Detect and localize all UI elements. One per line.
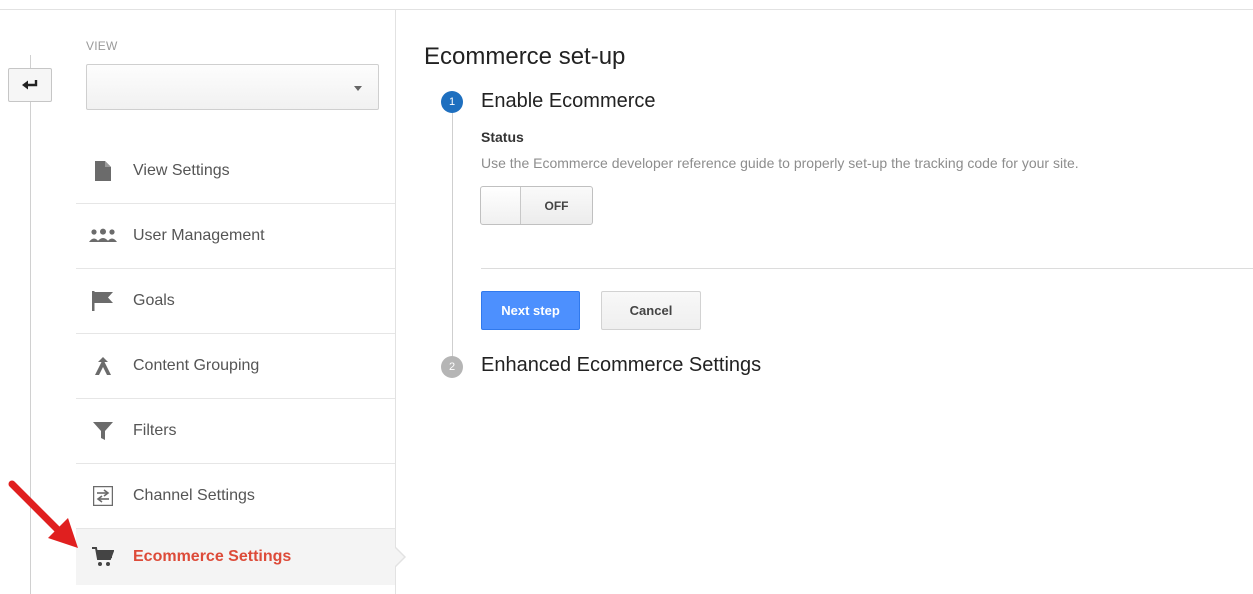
back-arrow-icon	[22, 80, 38, 90]
sidebar-item-view-settings[interactable]: View Settings	[76, 139, 395, 204]
annotation-arrow-icon	[8, 480, 78, 548]
sidebar-item-content-grouping[interactable]: Content Grouping	[76, 334, 395, 399]
page-title: Ecommerce set-up	[424, 43, 626, 70]
sidebar-item-label: Goals	[133, 292, 175, 309]
document-icon	[84, 159, 122, 183]
status-description: Use the Ecommerce developer reference gu…	[481, 155, 1079, 171]
ecommerce-status-toggle[interactable]: OFF	[480, 186, 593, 225]
toggle-state: OFF	[544, 198, 569, 213]
sidebar-item-channel-settings[interactable]: Channel Settings	[76, 464, 395, 529]
step-1-badge: 1	[441, 91, 463, 113]
sidebar-item-label: Ecommerce Settings	[133, 548, 292, 565]
content-grouping-icon	[84, 354, 122, 378]
flag-icon	[84, 289, 122, 313]
back-button[interactable]	[8, 68, 52, 102]
view-label: VIEW	[86, 39, 118, 53]
active-indicator-fill	[394, 547, 404, 567]
sidebar-item-filters[interactable]: Filters	[76, 399, 395, 464]
filter-icon	[84, 419, 122, 443]
step-2-badge: 2	[441, 356, 463, 378]
cancel-button[interactable]: Cancel	[601, 291, 701, 330]
sidebar-item-label: User Management	[133, 227, 265, 244]
sidebar-item-user-management[interactable]: User Management	[76, 204, 395, 269]
step-2-title[interactable]: Enhanced Ecommerce Settings	[481, 354, 761, 377]
chevron-down-icon	[354, 86, 362, 91]
toggle-knob	[481, 187, 521, 224]
sidebar-item-goals[interactable]: Goals	[76, 269, 395, 334]
step-connector	[452, 102, 453, 360]
sidebar-item-label: Content Grouping	[133, 357, 260, 374]
view-select[interactable]	[86, 64, 379, 110]
status-label: Status	[481, 129, 524, 145]
users-icon	[84, 224, 122, 248]
next-step-button[interactable]: Next step	[481, 291, 580, 330]
channel-settings-icon	[84, 484, 122, 508]
section-divider	[481, 268, 1253, 269]
sidebar-item-ecommerce-settings[interactable]: Ecommerce Settings	[76, 529, 395, 585]
sidebar-item-label: View Settings	[133, 162, 230, 179]
sidebar-item-label: Filters	[133, 422, 177, 439]
cart-icon	[84, 545, 122, 569]
sidebar-item-label: Channel Settings	[133, 487, 255, 504]
sidebar-divider	[395, 10, 396, 594]
top-divider	[0, 9, 1253, 10]
step-1-title: Enable Ecommerce	[481, 90, 656, 112]
